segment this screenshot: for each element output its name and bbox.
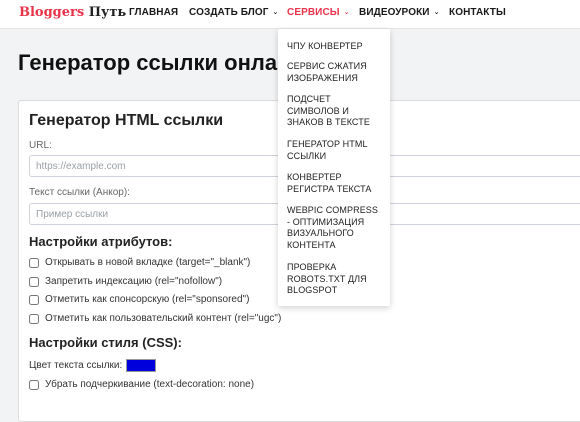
checkbox-label: Запретить индексацию (rel="nofollow") <box>45 276 223 287</box>
dropdown-item-image-compression[interactable]: СЕРВИС СЖАТИЯ ИЗОБРАЖЕНИЯ <box>287 61 383 84</box>
anchor-label: Текст ссылки (Анкор): <box>29 187 130 198</box>
dropdown-item-webpic-compress[interactable]: WEBPIC COMPRESS - ОПТИМИЗАЦИЯ ВИЗУАЛЬНОГ… <box>287 205 383 251</box>
checkbox-label: Отметить как пользовательский контент (r… <box>45 313 282 324</box>
nav-item-contacts[interactable]: КОНТАКТЫ <box>449 6 506 19</box>
link-color-row: Цвет текста ссылки: <box>29 358 157 372</box>
nav-label: СОЗДАТЬ БЛОГ <box>189 7 269 18</box>
attr-target-blank-row[interactable]: Открывать в новой вкладке (target="_blan… <box>29 256 250 270</box>
link-color-picker[interactable] <box>126 358 157 372</box>
attr-ugc-row[interactable]: Отметить как пользовательский контент (r… <box>29 312 281 326</box>
dropdown-item-html-link-generator[interactable]: ГЕНЕРАТОР HTML ССЫЛКИ <box>287 139 383 162</box>
checkbox-label: Открывать в новой вкладке (target="_blan… <box>45 257 251 268</box>
nofollow-checkbox[interactable] <box>29 277 39 287</box>
sponsored-checkbox[interactable] <box>29 295 39 305</box>
nav-label: ГЛАВНАЯ <box>129 7 179 18</box>
dropdown-item-robots-check[interactable]: ПРОВЕРКА ROBOTS.TXT ДЛЯ BLOGSPOT <box>287 262 383 297</box>
dropdown-item-case-converter[interactable]: КОНВЕРТЕР РЕГИСТРА ТЕКСТА <box>287 172 383 195</box>
remove-underline-checkbox[interactable] <box>29 380 39 390</box>
ugc-checkbox[interactable] <box>29 314 39 324</box>
chevron-down-icon: ⌄ <box>433 9 440 16</box>
attributes-section-title: Настройки атрибутов: <box>29 234 173 249</box>
page-title: Генератор ссылки онлайн <box>18 50 304 75</box>
checkbox-label: Отметить как спонсорскую (rel="sponsored… <box>45 294 250 305</box>
services-dropdown-menu: ЧПУ КОНВЕРТЕР СЕРВИС СЖАТИЯ ИЗОБРАЖЕНИЯ … <box>278 29 390 306</box>
attr-sponsored-row[interactable]: Отметить как спонсорскую (rel="sponsored… <box>29 293 249 307</box>
dropdown-item-slug-converter[interactable]: ЧПУ КОНВЕРТЕР <box>287 41 383 53</box>
nav-label: КОНТАКТЫ <box>449 7 506 18</box>
underline-row[interactable]: Убрать подчеркивание (text-decoration: n… <box>29 378 254 392</box>
nav-item-services[interactable]: СЕРВИСЫ ⌄ <box>287 6 350 20</box>
attr-nofollow-row[interactable]: Запретить индексацию (rel="nofollow") <box>29 275 222 289</box>
link-color-label: Цвет текста ссылки: <box>29 359 123 371</box>
style-section-title: Настройки стиля (CSS): <box>29 335 182 350</box>
target-blank-checkbox[interactable] <box>29 258 39 268</box>
nav-label: ВИДЕОУРОКИ <box>359 7 430 18</box>
nav-item-video-lessons[interactable]: ВИДЕОУРОКИ ⌄ <box>359 6 440 20</box>
dropdown-item-char-counter[interactable]: ПОДСЧЕТ СИМВОЛОВ И ЗНАКОВ В ТЕКСТЕ <box>287 94 383 129</box>
site-header: Bloggers Путь ГЛАВНАЯ СОЗДАТЬ БЛОГ ⌄ СЕРВ… <box>0 0 580 29</box>
nav-label: СЕРВИСЫ <box>287 7 340 18</box>
checkbox-label: Убрать подчеркивание (text-decoration: n… <box>45 379 255 390</box>
site-logo[interactable]: Bloggers Путь <box>19 5 126 21</box>
nav-item-create-blog[interactable]: СОЗДАТЬ БЛОГ ⌄ <box>189 6 279 20</box>
url-label: URL: <box>29 140 52 151</box>
card-title: Генератор HTML ссылки <box>29 112 224 129</box>
nav-item-home[interactable]: ГЛАВНАЯ <box>129 6 178 19</box>
logo-part-2: Путь <box>88 5 127 20</box>
logo-part-1: Bloggers <box>19 5 85 20</box>
chevron-down-icon: ⌄ <box>272 9 279 16</box>
chevron-down-icon: ⌄ <box>343 9 350 16</box>
